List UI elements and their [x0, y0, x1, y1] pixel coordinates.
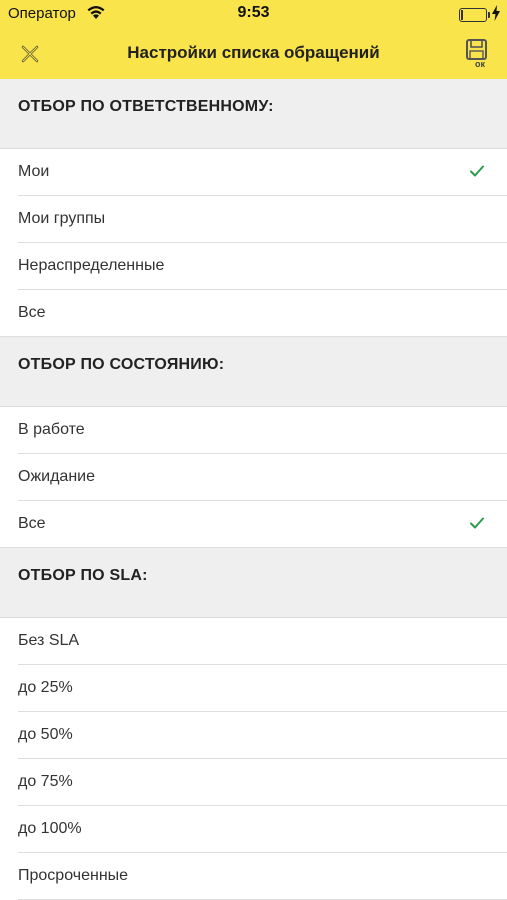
- item-label: Все: [18, 304, 46, 321]
- item-label: Все: [18, 515, 46, 532]
- list-item-sla-50[interactable]: до 50%: [0, 712, 507, 759]
- item-label: до 50%: [18, 726, 73, 743]
- list-item-sla-25[interactable]: до 25%: [0, 665, 507, 712]
- close-button[interactable]: [14, 38, 46, 70]
- item-label: до 25%: [18, 679, 73, 696]
- page-title: Настройки списка обращений: [127, 43, 380, 62]
- item-label: до 100%: [18, 820, 82, 837]
- section-header-state: ОТБОР ПО СОСТОЯНИЮ:: [0, 337, 507, 407]
- top-bar: Оператор 9:53 Настройки списка обращений…: [0, 0, 507, 79]
- save-ok-icon: ок: [466, 39, 487, 69]
- item-label: Мои группы: [18, 210, 106, 227]
- section-header-responsible: ОТБОР ПО ОТВЕТСТВЕННОМУ:: [0, 79, 507, 149]
- close-icon: [21, 45, 39, 63]
- clock: 9:53: [237, 4, 270, 21]
- settings-list: ОТБОР ПО ОТВЕТСТВЕННОМУ: Мои Мои группы …: [0, 79, 507, 900]
- item-label: В работе: [18, 421, 85, 438]
- list-item-no-sla[interactable]: Без SLA: [0, 618, 507, 665]
- checkmark-icon: [470, 517, 484, 529]
- item-label: Без SLA: [18, 632, 80, 649]
- list-item-all-responsible[interactable]: Все: [0, 290, 507, 337]
- list-item-all-state[interactable]: Все: [0, 501, 507, 548]
- list-item-in-progress[interactable]: В работе: [0, 407, 507, 454]
- checkmark-icon: [470, 165, 484, 177]
- list-item-waiting[interactable]: Ожидание: [0, 454, 507, 501]
- item-label: Мои: [18, 163, 50, 180]
- section-header-sla: ОТБОР ПО SLA:: [0, 548, 507, 618]
- charging-icon: [492, 5, 500, 21]
- item-label: Просроченные: [18, 867, 129, 884]
- svg-text:ок: ок: [475, 59, 485, 68]
- nav-bar: Настройки списка обращений ок: [0, 30, 507, 79]
- status-bar: Оператор 9:53: [0, 0, 507, 30]
- list-item-overdue[interactable]: Просроченные: [0, 853, 507, 900]
- save-ok-button[interactable]: ок: [465, 38, 495, 69]
- item-label: Нераспределенные: [18, 257, 165, 274]
- battery-icon: [459, 8, 490, 22]
- list-item-sla-75[interactable]: до 75%: [0, 759, 507, 806]
- list-item-my-groups[interactable]: Мои группы: [0, 196, 507, 243]
- item-label: до 75%: [18, 773, 73, 790]
- list-item-mine[interactable]: Мои: [0, 149, 507, 196]
- item-label: Ожидание: [18, 468, 95, 485]
- list-item-unassigned[interactable]: Нераспределенные: [0, 243, 507, 290]
- list-item-sla-100[interactable]: до 100%: [0, 806, 507, 853]
